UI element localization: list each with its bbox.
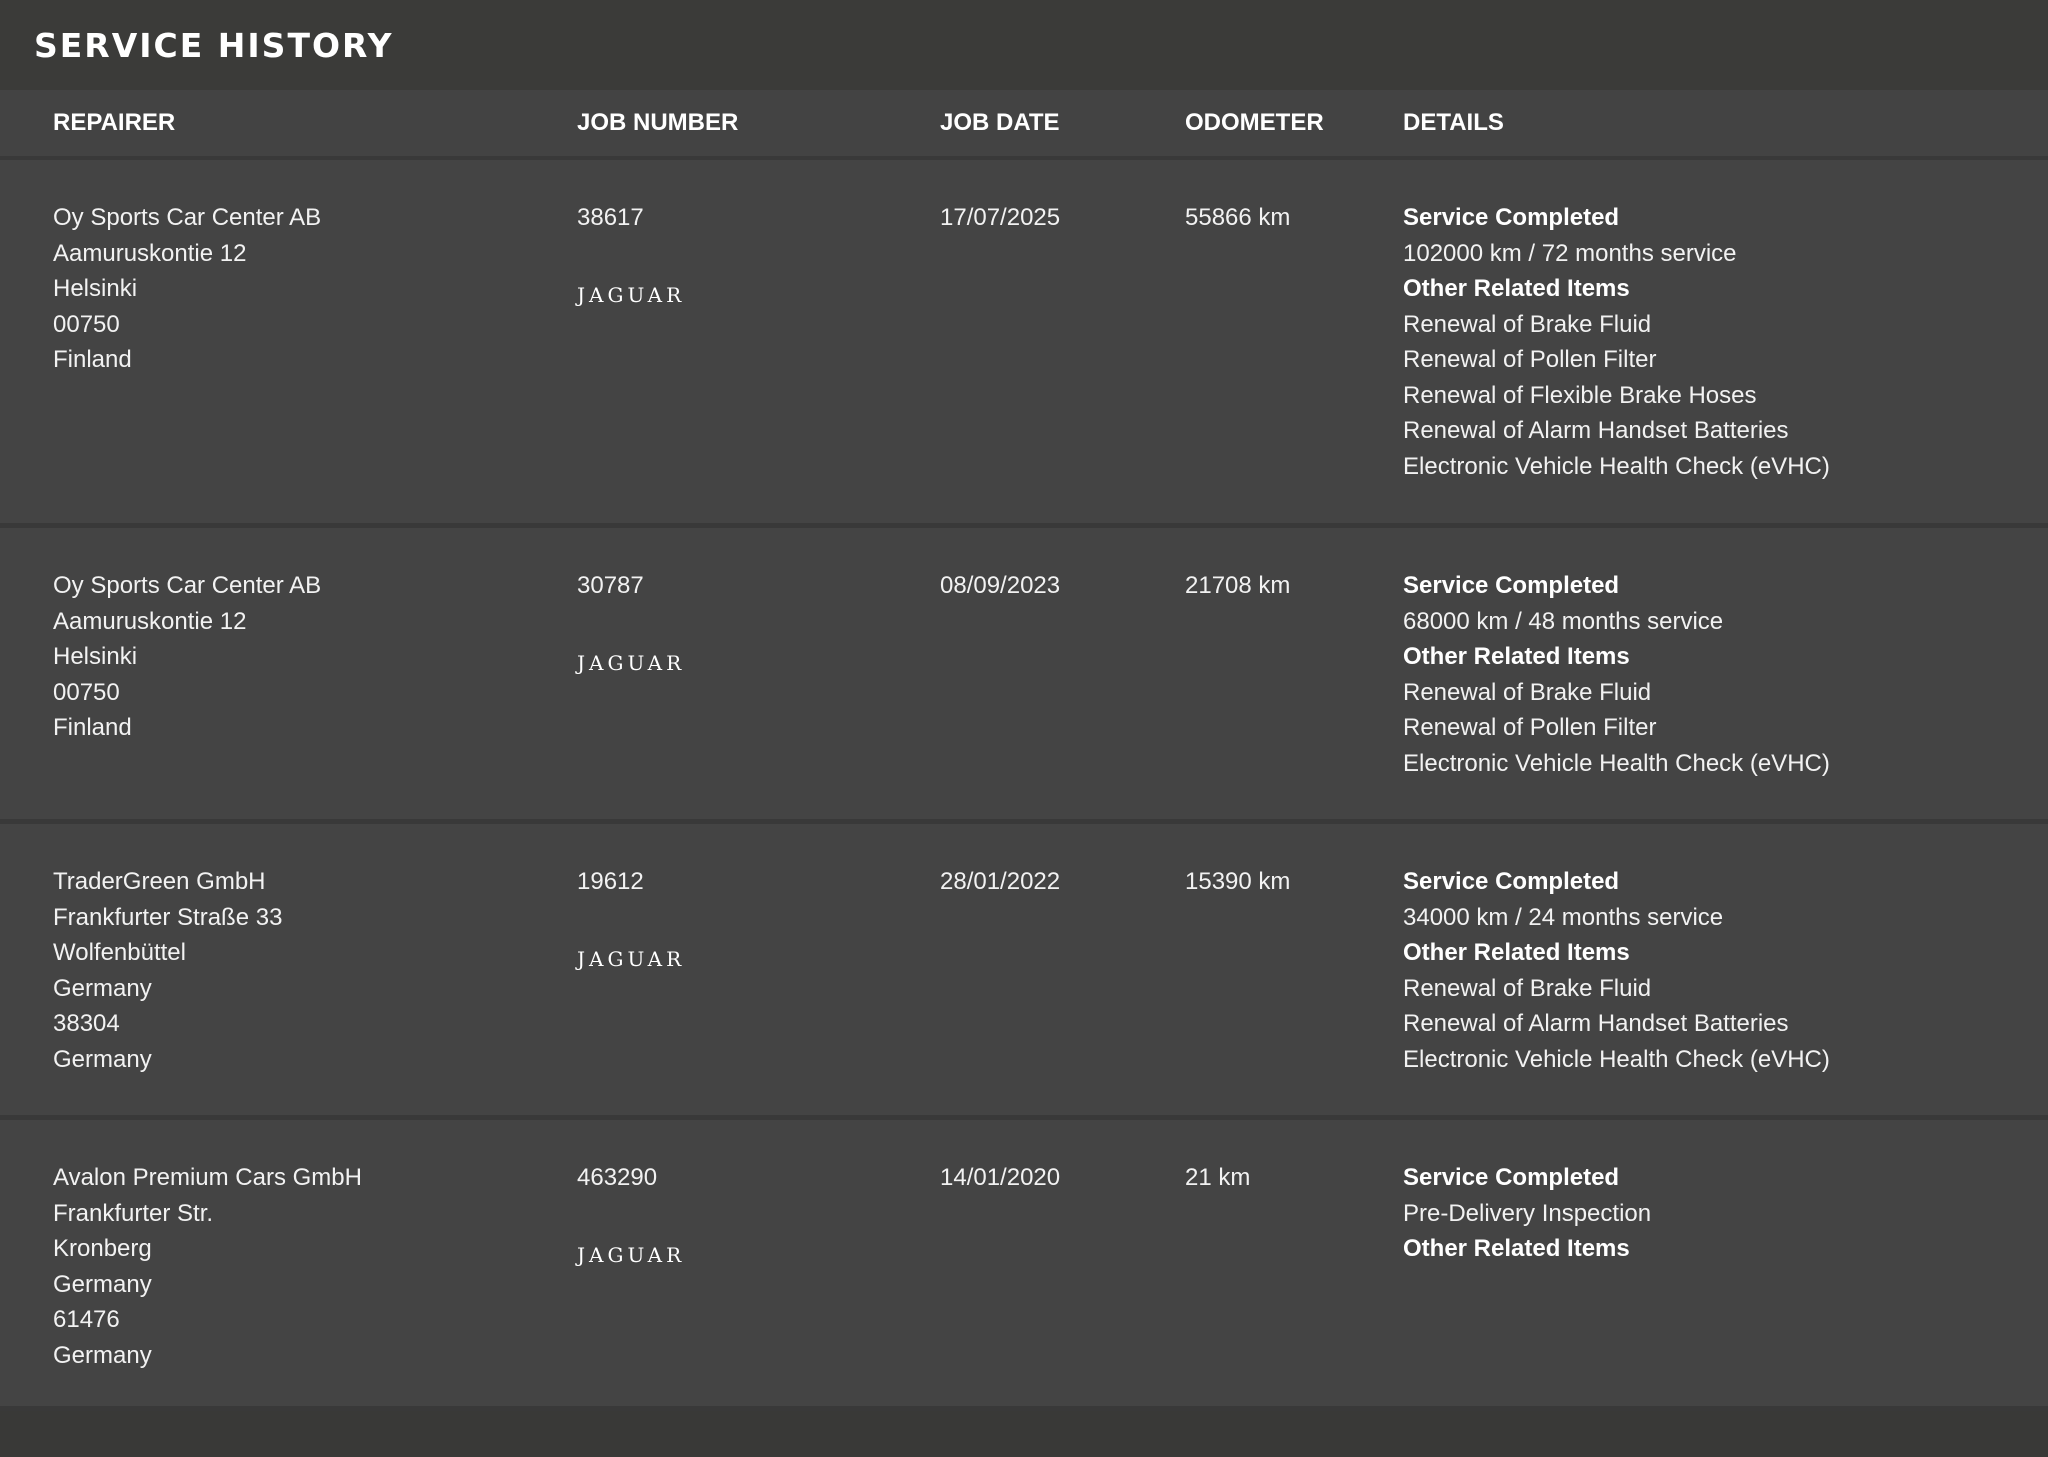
odometer-cell: 21708 km bbox=[1185, 572, 1291, 599]
odometer-cell: 21 km bbox=[1185, 1164, 1251, 1191]
repairer-line: Aamuruskontie 12 bbox=[53, 239, 247, 267]
details-item: 102000 km / 72 months service bbox=[1403, 239, 1737, 267]
repairer-line: Finland bbox=[53, 346, 132, 373]
repairer-line: 00750 bbox=[53, 310, 120, 338]
repairer-line: Helsinki bbox=[53, 643, 138, 670]
job-number-header: JOB NUMBER bbox=[577, 109, 739, 136]
job-number-cell: 19612 JAGUAR bbox=[575, 864, 940, 1115]
details-item: 34000 km / 24 months service bbox=[1403, 903, 1724, 931]
repairer-line: Wolfenbüttel bbox=[53, 939, 186, 966]
details-item: 68000 km / 48 months service bbox=[1403, 607, 1724, 635]
odometer-header: ODOMETER bbox=[1185, 109, 1324, 136]
details-item: Renewal of Brake Fluid bbox=[1403, 974, 1652, 1002]
details-cell: Service Completed 102000 km / 72 months … bbox=[1403, 200, 2048, 523]
repairer-line: Oy Sports Car Center AB bbox=[53, 204, 322, 231]
jaguar-logo-text: JAGUAR bbox=[575, 651, 685, 675]
details-heading: Service Completed bbox=[1403, 572, 1620, 599]
repairer-line: Helsinki bbox=[53, 275, 138, 302]
job-number: 38617 bbox=[577, 204, 644, 231]
repairer-line: Germany bbox=[53, 974, 152, 1002]
table-row: TraderGreen GmbH Frankfurter Straße 33 W… bbox=[0, 824, 2048, 1120]
details-item: Electronic Vehicle Health Check (eVHC) bbox=[1403, 749, 1830, 777]
job-number-cell: 38617 JAGUAR bbox=[575, 200, 940, 523]
job-date-cell: 14/01/2020 bbox=[940, 1164, 1061, 1191]
details-item: Renewal of Alarm Handset Batteries bbox=[1403, 1010, 1789, 1037]
details-header: DETAILS bbox=[1403, 109, 1504, 136]
details-heading: Other Related Items bbox=[1403, 1235, 1630, 1262]
details-heading: Service Completed bbox=[1403, 204, 1620, 231]
repairer-line: Germany bbox=[53, 1045, 152, 1073]
job-number-cell: 30787 JAGUAR bbox=[575, 568, 940, 819]
odometer-cell: 55866 km bbox=[1185, 204, 1291, 231]
details-item: Renewal of Flexible Brake Hoses bbox=[1403, 381, 1757, 409]
jaguar-logo-icon: JAGUAR bbox=[575, 947, 681, 971]
repairer-cell: Oy Sports Car Center AB Aamuruskontie 12… bbox=[53, 568, 577, 819]
title-bar: SERVICE HISTORY bbox=[0, 0, 2048, 90]
jaguar-logo-icon: JAGUAR bbox=[575, 651, 681, 675]
table-row: Oy Sports Car Center AB Aamuruskontie 12… bbox=[0, 160, 2048, 528]
repairer-line: TraderGreen GmbH bbox=[53, 868, 266, 895]
jaguar-logo-icon: JAGUAR bbox=[575, 283, 681, 307]
job-date-cell: 17/07/2025 bbox=[940, 204, 1061, 231]
repairer-line: Germany bbox=[53, 1270, 152, 1298]
repairer-line: Oy Sports Car Center AB bbox=[53, 572, 322, 599]
repairer-line: Aamuruskontie 12 bbox=[53, 607, 247, 635]
details-item: Renewal of Pollen Filter bbox=[1403, 346, 1657, 373]
job-date-header: JOB DATE bbox=[940, 109, 1060, 136]
details-cell: Service Completed Pre-Delivery Inspectio… bbox=[1403, 1160, 2048, 1406]
odometer-cell: 15390 km bbox=[1185, 868, 1291, 895]
page-title: SERVICE HISTORY bbox=[34, 25, 394, 65]
table-header: REPAIRER JOB NUMBER JOB DATE ODOMETER DE… bbox=[0, 90, 2048, 160]
details-heading: Service Completed bbox=[1403, 1164, 1620, 1191]
repairer-line: Avalon Premium Cars GmbH bbox=[53, 1164, 362, 1191]
job-date-cell: 08/09/2023 bbox=[940, 572, 1061, 599]
repairer-cell: Avalon Premium Cars GmbH Frankfurter Str… bbox=[53, 1160, 577, 1406]
details-item: Pre-Delivery Inspection bbox=[1403, 1199, 1652, 1227]
job-date-cell: 28/01/2022 bbox=[940, 868, 1061, 895]
repairer-line: Frankfurter Str. bbox=[53, 1199, 214, 1227]
repairer-line: Finland bbox=[53, 714, 132, 741]
repairer-line: 00750 bbox=[53, 678, 120, 706]
details-item: Electronic Vehicle Health Check (eVHC) bbox=[1403, 452, 1830, 480]
repairer-cell: Oy Sports Car Center AB Aamuruskontie 12… bbox=[53, 200, 577, 523]
table-row: Avalon Premium Cars GmbH Frankfurter Str… bbox=[0, 1120, 2048, 1411]
service-history-page: SERVICE HISTORY REPAIRER JOB NUMBER JOB … bbox=[0, 0, 2048, 1457]
details-item: Renewal of Alarm Handset Batteries bbox=[1403, 417, 1789, 444]
jaguar-logo-icon: JAGUAR bbox=[575, 1243, 681, 1267]
details-heading: Other Related Items bbox=[1403, 643, 1630, 670]
details-heading: Other Related Items bbox=[1403, 275, 1630, 302]
details-heading: Other Related Items bbox=[1403, 939, 1630, 966]
details-heading: Service Completed bbox=[1403, 868, 1620, 895]
job-number-cell: 463290 JAGUAR bbox=[575, 1160, 940, 1406]
repairer-line: Frankfurter Straße 33 bbox=[53, 903, 283, 931]
repairer-line: Kronberg bbox=[53, 1235, 152, 1262]
job-number: 19612 bbox=[577, 868, 644, 895]
details-item: Renewal of Brake Fluid bbox=[1403, 310, 1652, 338]
jaguar-logo-text: JAGUAR bbox=[575, 283, 685, 307]
details-item: Electronic Vehicle Health Check (eVHC) bbox=[1403, 1045, 1830, 1073]
details-cell: Service Completed 68000 km / 48 months s… bbox=[1403, 568, 2048, 819]
repairer-line: 61476 bbox=[53, 1306, 120, 1333]
repairer-cell: TraderGreen GmbH Frankfurter Straße 33 W… bbox=[53, 864, 577, 1115]
details-item: Renewal of Pollen Filter bbox=[1403, 714, 1657, 741]
service-history-table: REPAIRER JOB NUMBER JOB DATE ODOMETER DE… bbox=[0, 90, 2048, 1457]
table-row: Oy Sports Car Center AB Aamuruskontie 12… bbox=[0, 528, 2048, 824]
jaguar-logo-text: JAGUAR bbox=[575, 947, 685, 971]
details-cell: Service Completed 34000 km / 24 months s… bbox=[1403, 864, 2048, 1115]
repairer-line: Germany bbox=[53, 1341, 152, 1369]
job-number: 463290 bbox=[577, 1164, 658, 1191]
repairer-header: REPAIRER bbox=[53, 109, 176, 136]
jaguar-logo-text: JAGUAR bbox=[575, 1243, 685, 1267]
footer-space bbox=[0, 1411, 2048, 1457]
repairer-line: 38304 bbox=[53, 1010, 120, 1037]
details-item: Renewal of Brake Fluid bbox=[1403, 678, 1652, 706]
job-number: 30787 bbox=[577, 572, 644, 599]
